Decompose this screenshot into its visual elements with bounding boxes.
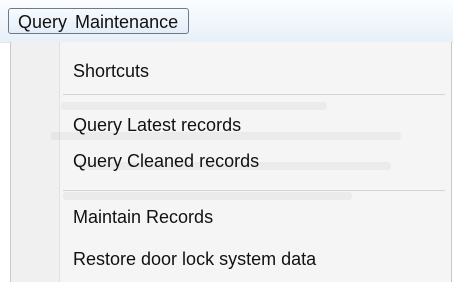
menu-query[interactable]: Query — [18, 12, 67, 32]
menu-item-query-latest-records[interactable]: Query Latest records — [11, 110, 451, 140]
dropdown-menu: Shortcuts Query Latest records Query Cle… — [10, 42, 452, 282]
menu-separator — [63, 94, 445, 95]
menu-bar: Query Maintenance — [0, 0, 453, 43]
menu-item-maintain-records[interactable]: Maintain Records — [11, 202, 451, 232]
background-line — [63, 192, 352, 200]
menu-item-shortcuts[interactable]: Shortcuts — [11, 56, 451, 86]
menu-separator — [63, 190, 445, 191]
menu-maintenance[interactable]: Maintenance — [75, 12, 178, 32]
background-line — [61, 102, 327, 110]
menu-bar-button[interactable]: Query Maintenance — [8, 8, 190, 34]
menu-item-query-cleaned-records[interactable]: Query Cleaned records — [11, 146, 451, 176]
menu-item-restore-door-lock-system-data[interactable]: Restore door lock system data — [11, 244, 451, 274]
